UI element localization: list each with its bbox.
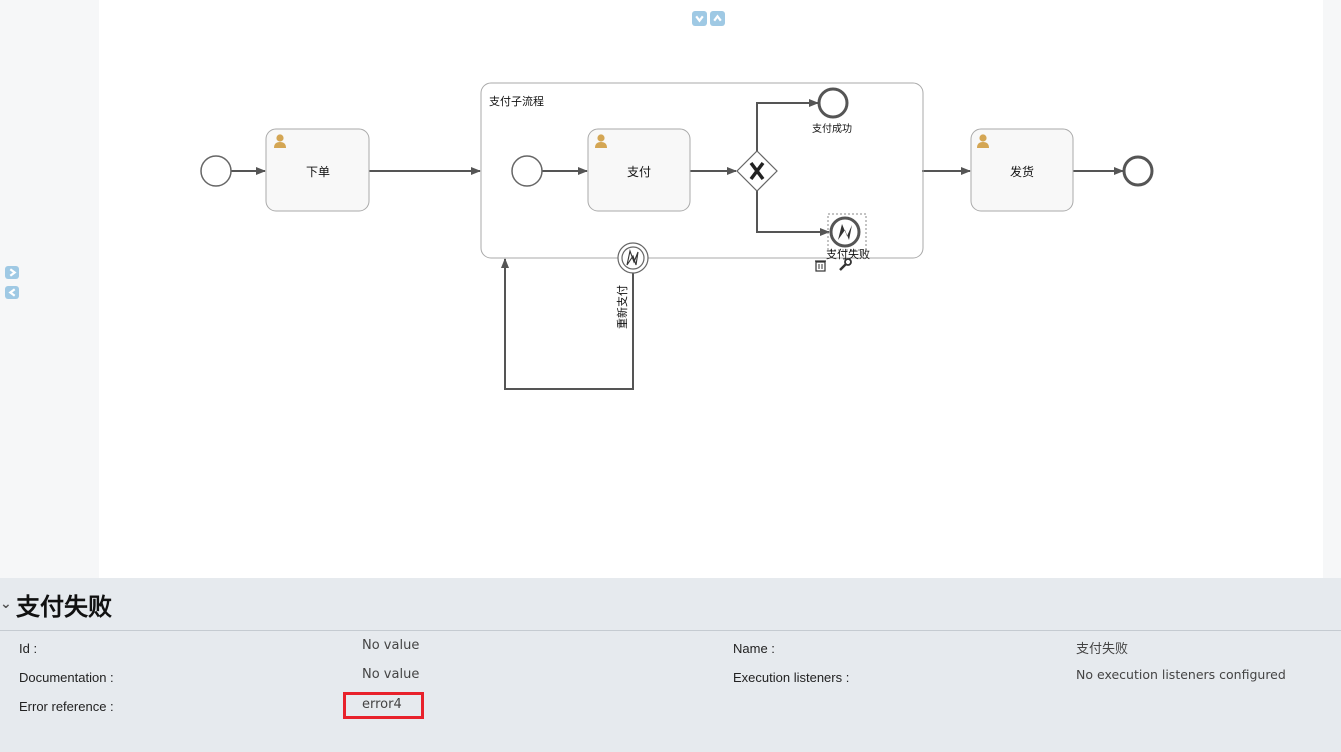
subprocess-label: 支付子流程	[489, 94, 544, 108]
flow-gateway-to-fail[interactable]	[756, 191, 830, 236]
task-ship[interactable]: 发货	[970, 128, 1074, 212]
boundary-error-event[interactable]	[617, 242, 649, 274]
flow-retry-loop[interactable]	[501, 258, 634, 390]
id-value[interactable]: No value	[362, 638, 419, 653]
documentation-label: Documentation :	[19, 670, 114, 685]
execution-listeners-value[interactable]: No execution listeners configured	[1076, 667, 1286, 682]
error-reference-highlight	[343, 692, 424, 719]
chevron-down-icon[interactable]: ⌄	[0, 596, 14, 612]
sub-start-event[interactable]	[511, 155, 543, 187]
task-label: 支付	[627, 165, 651, 179]
task-label: 下单	[306, 165, 330, 179]
bpmn-diagram: 下单 支付子流程 支付 支付成功 支付失败 重新支付 发货	[200, 82, 1154, 390]
properties-title-text: 支付失败	[16, 592, 112, 621]
task-place-order[interactable]: 下单	[265, 128, 370, 212]
divider	[0, 630, 1341, 631]
error-reference-label: Error reference :	[19, 699, 114, 714]
flow-gateway-to-success[interactable]	[756, 99, 819, 151]
end-event-success-label: 支付成功	[812, 122, 852, 135]
start-event[interactable]	[200, 155, 232, 187]
name-label: Name :	[733, 641, 775, 656]
end-event[interactable]	[1122, 155, 1154, 187]
boundary-label: 重新支付	[615, 285, 629, 329]
trash-icon[interactable]	[815, 260, 826, 272]
task-label: 发货	[1010, 164, 1034, 179]
id-label: Id :	[19, 641, 38, 656]
end-event-success[interactable]	[817, 87, 849, 119]
name-value[interactable]: 支付失败	[1076, 638, 1128, 657]
execution-listeners-label: Execution listeners :	[733, 670, 850, 685]
task-pay[interactable]: 支付	[587, 128, 691, 212]
properties-title[interactable]: ⌄ 支付失败	[0, 588, 112, 621]
error-end-event-fail[interactable]	[827, 213, 867, 251]
documentation-value[interactable]: No value	[362, 667, 419, 682]
properties-panel	[0, 578, 1341, 752]
exclusive-gateway[interactable]	[736, 150, 778, 192]
